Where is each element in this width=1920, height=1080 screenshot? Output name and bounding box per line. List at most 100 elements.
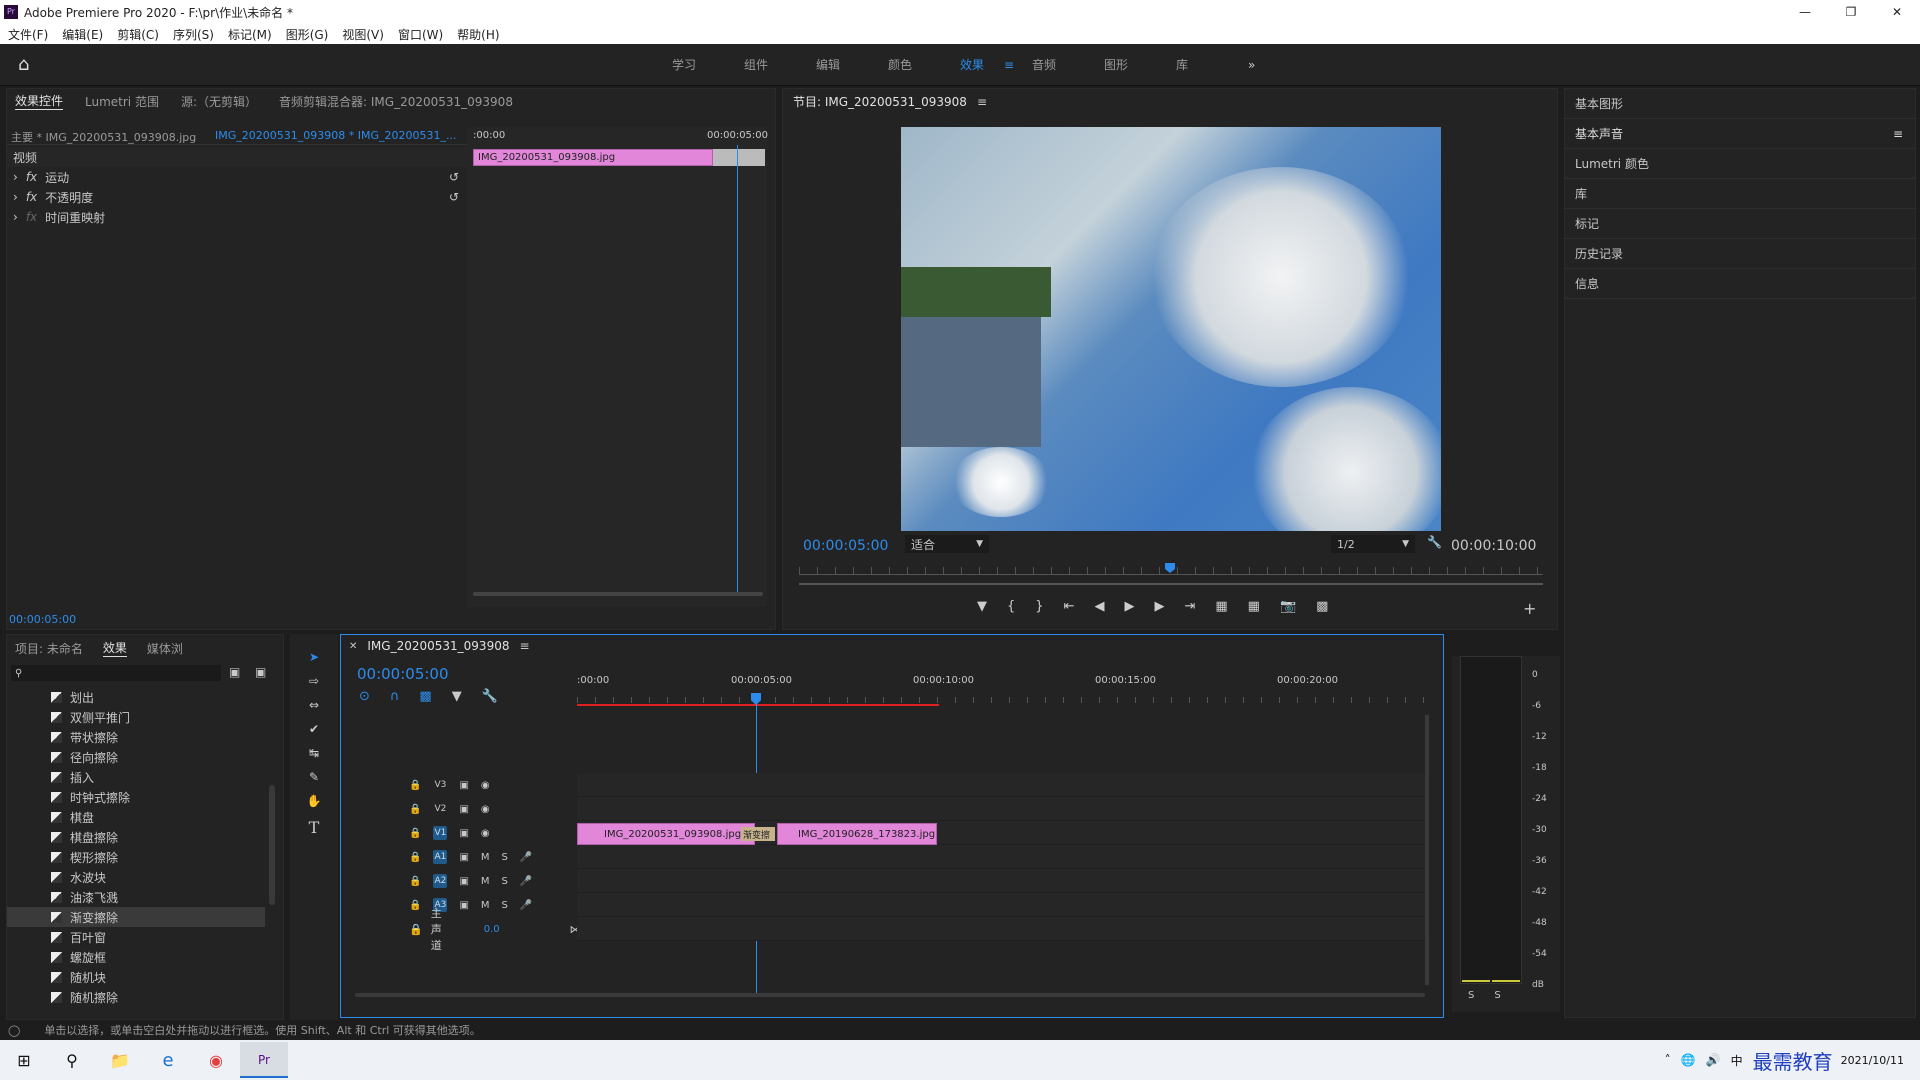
lock-icon[interactable]: 🔒 [409,900,421,911]
search-icon[interactable]: ⚲ [48,1051,96,1070]
panel-markers[interactable]: 标记 [1565,209,1915,239]
edge-browser-icon[interactable]: e [144,1050,192,1071]
step-back-icon[interactable]: ◀ [1094,599,1104,614]
menu-window[interactable]: 窗口(W) [398,26,443,43]
track-label[interactable]: V2 [433,802,447,816]
menu-edit[interactable]: 编辑(E) [62,26,103,43]
effect-list-item[interactable]: 油漆飞溅 [7,887,265,907]
ec-transition[interactable] [713,149,765,166]
panel-menu-icon[interactable]: ≡ [1893,127,1903,141]
effects-scrollbar[interactable] [269,785,275,905]
ec-timecode[interactable]: 00:00:05:00 [9,613,76,626]
timeline-timecode[interactable]: 00:00:05:00 [357,665,449,683]
selection-tool-icon[interactable]: ➤ [309,650,319,664]
eye-icon[interactable]: ◉ [481,780,490,791]
ws-menu-icon[interactable]: ≡ [1004,58,1032,72]
track-select-icon[interactable]: ⇨ [309,674,319,688]
effect-list-item[interactable]: 渐变擦除 [7,907,265,927]
type-tool-icon[interactable]: T [309,818,320,837]
panel-history[interactable]: 历史记录 [1565,239,1915,269]
windows-start-icon[interactable]: ⊞ [0,1051,48,1070]
prop-motion[interactable]: 运动 [45,169,69,186]
ws-libraries[interactable]: 库 [1176,56,1248,73]
effect-list-item[interactable]: 楔形擦除 [7,847,265,867]
program-title[interactable]: 节目: IMG_20200531_093908 [793,93,967,110]
track-label[interactable]: V3 [433,778,447,792]
lock-icon[interactable]: 🔒 [409,923,423,936]
ws-graphics[interactable]: 图形 [1104,56,1176,73]
panel-essential-sound[interactable]: 基本声音 ≡ [1565,119,1915,149]
ripple-edit-icon[interactable]: ⇔ [309,698,319,712]
lift-icon[interactable]: ▦ [1215,599,1227,614]
menu-file[interactable]: 文件(F) [8,26,48,43]
restore-icon[interactable]: ❐ [1828,5,1874,19]
snap-icon[interactable]: ∩ [390,689,400,704]
eye-icon[interactable]: ◉ [481,804,490,815]
lock-icon[interactable]: 🔒 [409,852,421,863]
play-icon[interactable]: ▶ [1124,599,1134,614]
track-label[interactable]: A2 [433,874,448,888]
ws-audio[interactable]: 音频 [1032,56,1104,73]
master-volume[interactable]: 0.0 [484,924,500,935]
pen-tool-icon[interactable]: ✎ [309,770,319,784]
date-display[interactable]: 2021/10/11 [1841,1054,1904,1067]
hand-tool-icon[interactable]: ✋ [307,794,322,808]
effect-list-item[interactable]: 双侧平推门 [7,707,265,727]
panel-essential-graphics[interactable]: 基本图形 [1565,89,1915,119]
menu-marker[interactable]: 标记(M) [228,26,272,43]
network-icon[interactable]: 🌐 [1681,1053,1696,1067]
app-icon[interactable]: ◉ [192,1051,240,1070]
tab-project[interactable]: 项目: 未命名 [15,640,83,657]
ws-assembly[interactable]: 组件 [744,56,816,73]
panel-lumetri-color[interactable]: Lumetri 颜色 [1565,149,1915,179]
ec-clip-bar[interactable]: IMG_20200531_093908.jpg [473,149,713,166]
lock-icon[interactable]: 🔒 [409,780,421,791]
effect-list-item[interactable]: 带状擦除 [7,727,265,747]
preset-icon[interactable]: ▣ [255,665,266,679]
premiere-taskbar-icon[interactable]: Pr [240,1042,288,1078]
sync-lock-icon[interactable]: ▣ [459,876,468,887]
effect-list-item[interactable]: 棋盘擦除 [7,827,265,847]
master-clip-label[interactable]: 主要 * IMG_20200531_093908.jpg [11,129,196,145]
tab-audio-mixer[interactable]: 音频剪辑混合器: IMG_20200531_093908 [279,93,513,110]
timeline-title[interactable]: IMG_20200531_093908 [367,639,509,653]
nest-icon[interactable]: ⊙ [359,689,370,704]
effect-list-item[interactable]: 水波块 [7,867,265,887]
lock-icon[interactable]: 🔒 [409,876,421,887]
close-icon[interactable]: ✕ [349,641,357,652]
prop-opacity[interactable]: 不透明度 [45,189,93,206]
timeline-hscrollbar[interactable] [355,993,1425,997]
overflow-icon[interactable]: » [1248,58,1278,72]
transition-gradient-wipe[interactable]: 渐变擦 [741,827,775,841]
effect-list-item[interactable]: 随机块 [7,967,265,987]
track-label[interactable]: A1 [433,850,448,864]
mute-button[interactable]: M [481,852,490,863]
add-marker-icon[interactable]: ▼ [452,689,462,704]
solo-button[interactable]: S [502,876,508,887]
effect-list-item[interactable]: 百叶窗 [7,927,265,947]
slip-tool-icon[interactable]: ↹ [309,746,319,760]
panel-menu-icon[interactable]: ≡ [519,639,529,653]
timeline-vscrollbar[interactable] [1425,715,1429,985]
solo-left-button[interactable]: S [1468,990,1474,1001]
home-icon[interactable]: ⌂ [18,54,29,75]
ec-scrollbar[interactable] [473,592,763,596]
ws-color[interactable]: 颜色 [888,56,960,73]
panel-info[interactable]: 信息 [1565,269,1915,299]
sync-lock-icon[interactable]: ▣ [459,828,468,839]
razor-tool-icon[interactable]: ✔ [309,722,319,736]
menu-sequence[interactable]: 序列(S) [173,26,214,43]
step-forward-icon[interactable]: ▶ [1154,599,1164,614]
panel-menu-icon[interactable]: ≡ [977,95,987,109]
volume-icon[interactable]: 🔊 [1706,1053,1721,1067]
lock-icon[interactable]: 🔒 [409,804,421,815]
program-scrollbar[interactable] [799,583,1543,585]
effect-list-item[interactable]: 螺旋框 [7,947,265,967]
mute-button[interactable]: M [481,876,490,887]
sync-lock-icon[interactable]: ▣ [459,780,468,791]
close-icon[interactable]: ✕ [1874,5,1920,19]
reset-icon[interactable]: ↺ [449,170,459,184]
tab-lumetri-scopes[interactable]: Lumetri 范围 [85,93,159,110]
tab-effect-controls[interactable]: 效果控件 [15,92,64,110]
file-explorer-icon[interactable]: 📁 [96,1051,144,1070]
